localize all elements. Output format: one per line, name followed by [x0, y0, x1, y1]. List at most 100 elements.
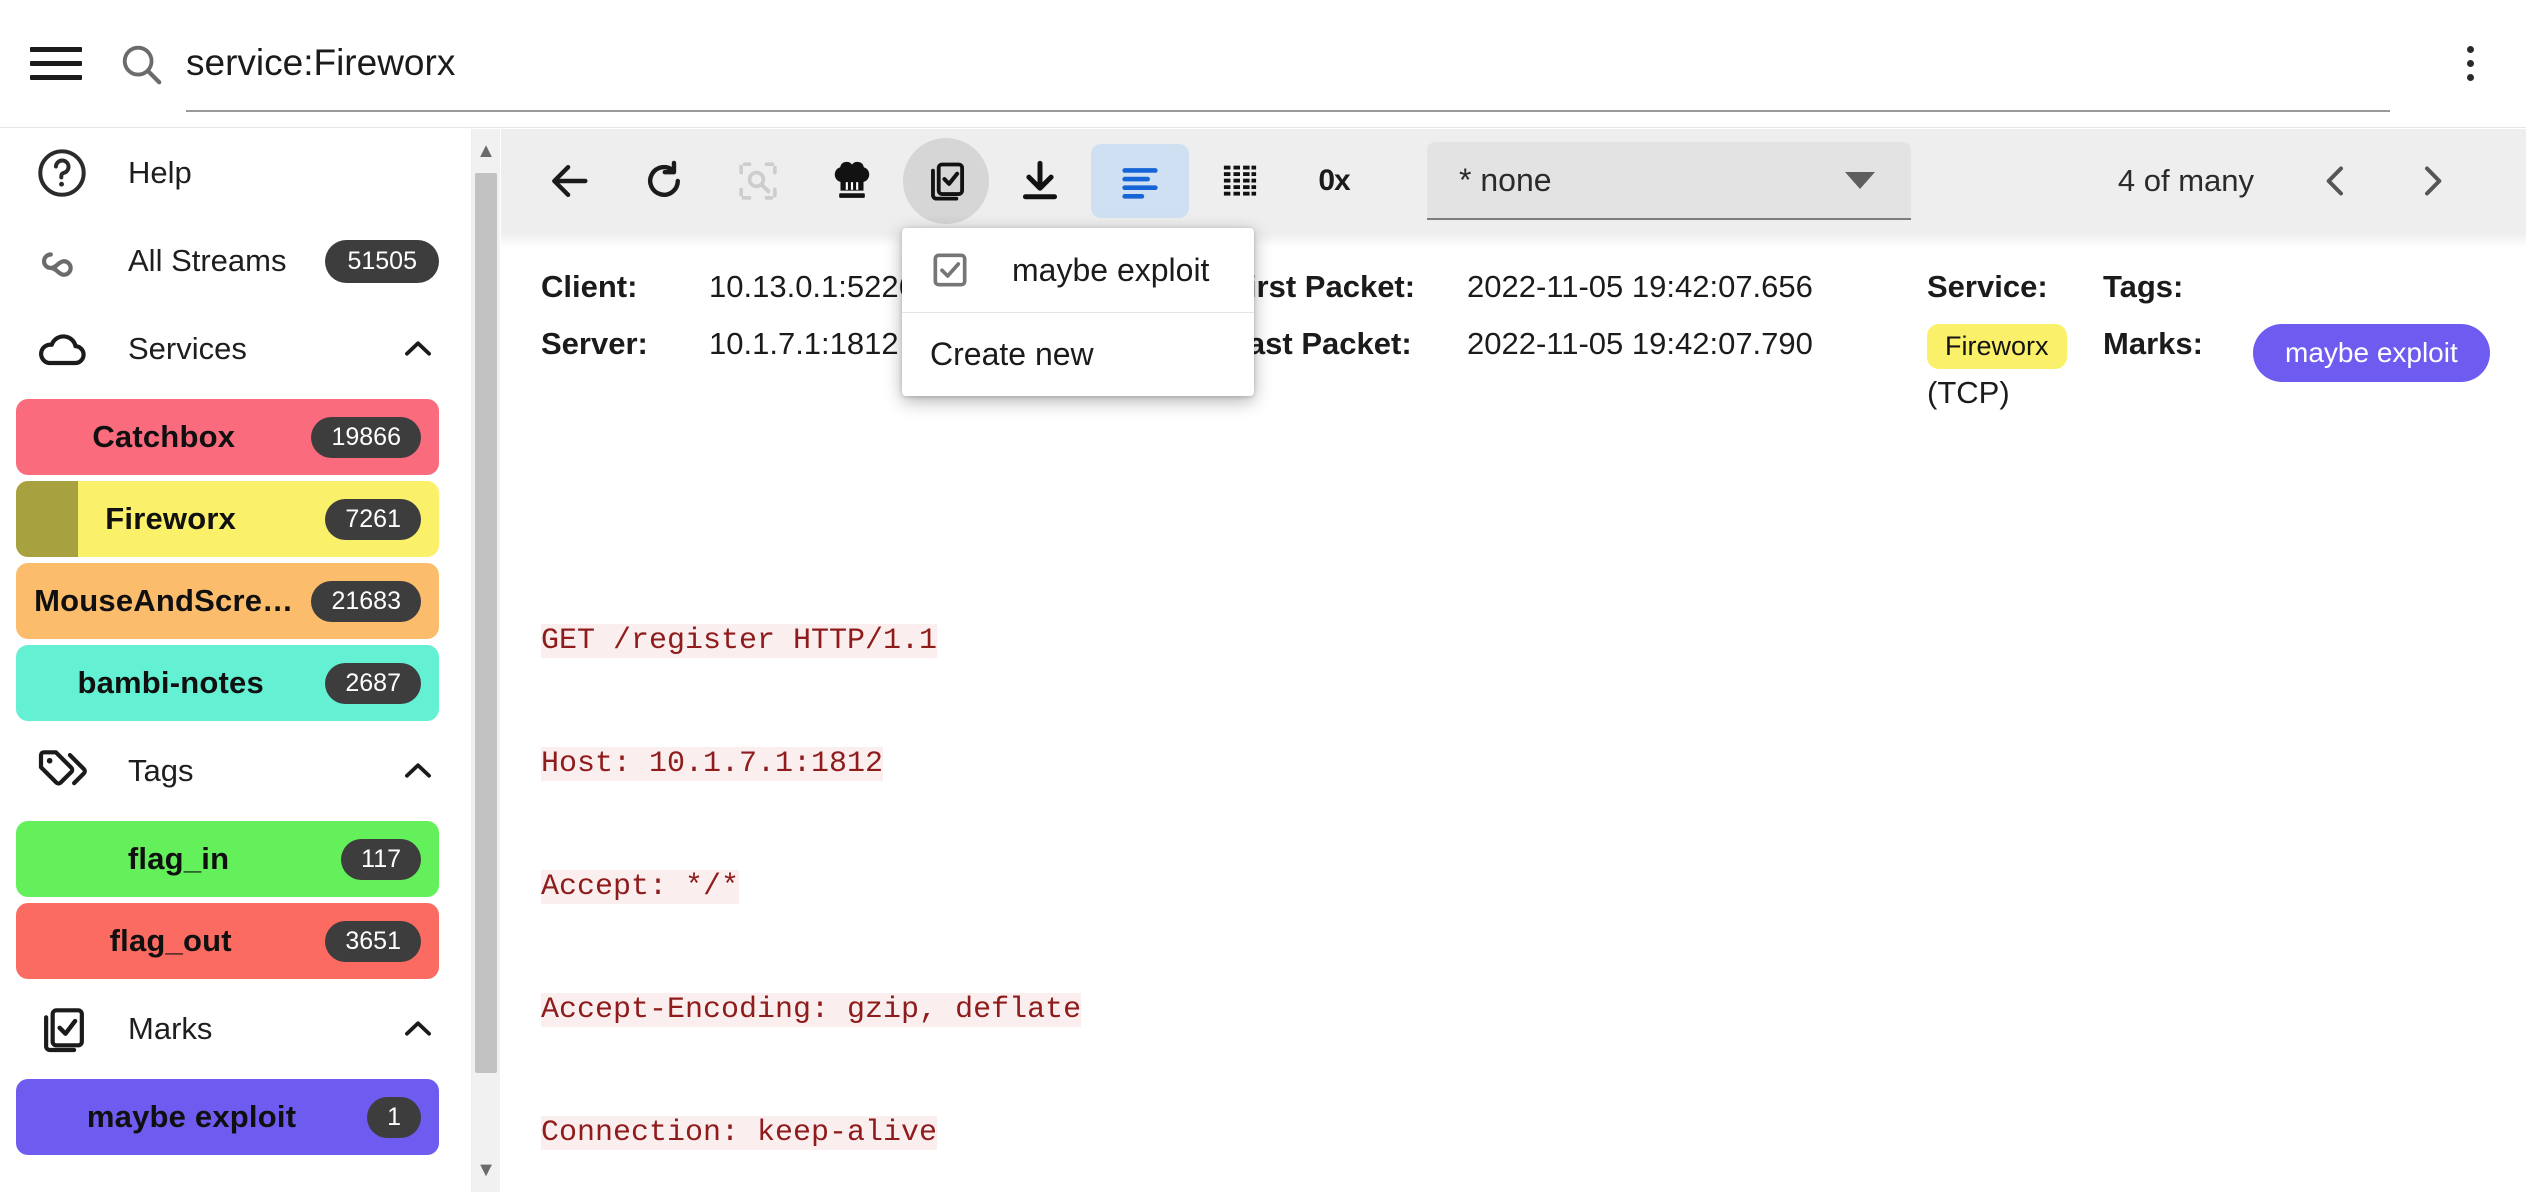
search-input[interactable] [186, 41, 2390, 86]
sidebar-item-count: 51505 [325, 239, 439, 283]
marks-label: Marks: [2103, 325, 2203, 361]
stream-metadata: Client: 10.13.0.1:52269 (0,6 KiB) First … [501, 233, 2526, 429]
service-value: Fireworx (TCP) [1927, 323, 2103, 411]
sidebar-section-label: Services [128, 331, 247, 366]
sidebar-item-help[interactable]: Help [0, 129, 471, 217]
scroll-up-icon[interactable]: ▲ [472, 129, 500, 173]
back-arrow-icon[interactable] [527, 138, 613, 224]
sidebar-section-marks[interactable]: Marks [0, 985, 471, 1073]
sidebar-item-label: All Streams [128, 243, 287, 278]
tags-label: Tags: [2103, 269, 2184, 304]
sidebar-section-tags[interactable]: Tags [0, 727, 471, 815]
sidebar-item-flag-out[interactable]: flag_out 3651 [16, 903, 439, 979]
mark-check-icon [44, 1008, 84, 1053]
request-line: Host: 10.1.7.1:1812 [541, 746, 884, 781]
sidebar-item-fireworx[interactable]: Fireworx 7261 [16, 481, 439, 557]
filter-select-value: * none [1459, 161, 1552, 198]
service-count: 2687 [325, 662, 421, 704]
sidebar: Help All Streams 51505 Services Catchbox… [0, 129, 472, 1192]
service-pill[interactable]: Fireworx [1927, 323, 2067, 369]
main-pane: 0x * none 4 of many Client: 10.13.0.1:52… [501, 129, 2526, 1192]
chevron-up-icon[interactable] [399, 752, 437, 790]
sidebar-section-label: Marks [128, 1011, 213, 1046]
tag-count: 117 [341, 838, 421, 880]
http-request-block: GET /register HTTP/1.1 Host: 10.1.7.1:18… [541, 539, 2486, 1192]
first-packet-value: 2022-11-05 19:42:07.656 [1467, 269, 1813, 304]
request-line: Connection: keep-alive [541, 1115, 938, 1150]
hex-grid-icon[interactable] [1197, 138, 1283, 224]
scroll-down-icon[interactable]: ▼ [472, 1148, 500, 1192]
text-view-icon[interactable] [1091, 144, 1189, 218]
stream-content: GET /register HTTP/1.1 Host: 10.1.7.1:18… [501, 429, 2526, 1192]
first-packet-label: First Packet: [1229, 269, 1416, 304]
menu-item-label: Create new [930, 336, 1094, 372]
last-packet-label: Last Packet: [1229, 325, 1412, 361]
sidebar-item-label: Help [128, 155, 192, 190]
sidebar-item-catchbox[interactable]: Catchbox 19866 [16, 399, 439, 475]
sidebar-scrollbar[interactable]: ▲ ▼ [472, 129, 500, 1192]
service-count: 19866 [311, 416, 421, 458]
download-icon[interactable] [997, 138, 1083, 224]
checkbox-checked-icon[interactable] [930, 250, 970, 290]
sidebar-item-maybe-exploit[interactable]: maybe exploit 1 [16, 1079, 439, 1155]
kebab-dot [2466, 74, 2474, 81]
sidebar-section-label: Tags [128, 753, 194, 788]
tag-count: 3651 [325, 920, 421, 962]
server-label: Server: [541, 325, 648, 361]
client-label: Client: [541, 269, 638, 304]
tag-label: flag_in [127, 841, 230, 876]
menu-item-create-new[interactable]: Create new [902, 312, 1254, 396]
mark-check-icon[interactable] [903, 138, 989, 224]
service-label: Catchbox [92, 419, 236, 454]
sidebar-item-flag-in[interactable]: flag_in 117 [16, 821, 439, 897]
service-protocol: (TCP) [1927, 374, 2010, 410]
request-line: Accept: */* [541, 869, 740, 904]
kebab-dot [2466, 60, 2474, 67]
tag-label: flag_out [109, 923, 232, 958]
hamburger-line [30, 75, 82, 80]
services-list: Catchbox 19866 Fireworx 7261 MouseAndScr… [0, 399, 471, 721]
chef-hat-icon[interactable] [809, 138, 895, 224]
kebab-menu-icon[interactable] [2440, 29, 2500, 99]
service-count: 21683 [311, 580, 421, 622]
refresh-icon[interactable] [621, 138, 707, 224]
pagination: 4 of many [2118, 153, 2500, 209]
sidebar-item-all-streams[interactable]: All Streams 51505 [0, 217, 471, 305]
cloud-icon [39, 334, 86, 366]
last-packet-value: 2022-11-05 19:42:07.790 [1467, 325, 1813, 361]
chevron-down-icon [1845, 171, 1875, 189]
page-status: 4 of many [2117, 163, 2254, 198]
request-line: Accept-Encoding: gzip, deflate [541, 992, 1082, 1027]
chevron-right-icon[interactable] [2404, 153, 2460, 209]
mark-label: maybe exploit [86, 1099, 297, 1134]
kebab-dot [2466, 46, 2474, 53]
chevron-up-icon[interactable] [399, 330, 437, 368]
tag-icon [38, 750, 87, 786]
hamburger-icon[interactable] [30, 44, 82, 84]
menu-item-maybe-exploit[interactable]: maybe exploit [902, 228, 1254, 312]
service-selected-bar [16, 481, 78, 557]
search-bar [118, 0, 2430, 128]
scan-search-icon[interactable] [715, 138, 801, 224]
mark-count: 1 [367, 1096, 421, 1138]
sidebar-section-services[interactable]: Services [0, 305, 471, 393]
service-label: Service: [1927, 269, 2048, 304]
hamburger-line [30, 47, 82, 52]
service-label: bambi-notes [77, 665, 264, 700]
search-icon [122, 45, 162, 84]
marks-list: maybe exploit 1 [0, 1079, 471, 1155]
tags-list: flag_in 117 flag_out 3651 [0, 821, 471, 979]
chevron-up-icon[interactable] [399, 1010, 437, 1048]
sidebar-item-mouseandscreen[interactable]: MouseAndScre… 21683 [16, 563, 439, 639]
filter-select[interactable]: * none [1427, 142, 1911, 220]
infinity-icon [41, 252, 73, 277]
mark-pill[interactable]: maybe exploit [2253, 323, 2490, 382]
sidebar-scrollbar-thumb[interactable] [475, 173, 497, 1073]
hex-toggle-button[interactable]: 0x [1291, 138, 1377, 224]
chevron-left-icon[interactable] [2308, 153, 2364, 209]
marks-value: maybe exploit [2253, 323, 2490, 382]
sidebar-item-bambi-notes[interactable]: bambi-notes 2687 [16, 645, 439, 721]
menu-item-label: maybe exploit [1012, 251, 1210, 288]
marks-dropdown-menu: maybe exploit Create new [902, 228, 1254, 396]
hamburger-line [30, 61, 82, 66]
